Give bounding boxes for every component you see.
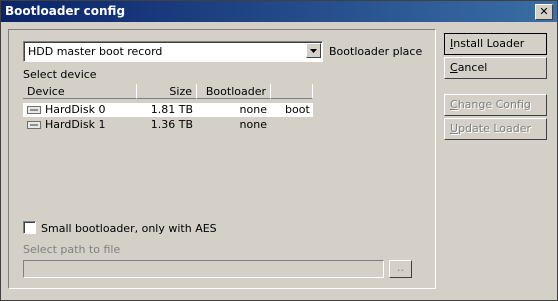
- small-bootloader-checkbox[interactable]: [23, 221, 36, 234]
- device-name: HardDisk 1: [45, 118, 106, 131]
- bootloader-place-label: Bootloader place: [329, 45, 423, 58]
- column-header-device[interactable]: Device: [23, 84, 137, 99]
- table-row[interactable]: HardDisk 0 1.81 TB none boot: [23, 103, 313, 117]
- browse-button[interactable]: ..: [389, 260, 412, 278]
- change-config-button[interactable]: Change Config: [444, 94, 547, 116]
- small-bootloader-label: Small bootloader, only with AES: [41, 222, 217, 235]
- install-label: nstall Loader: [453, 37, 525, 50]
- path-input[interactable]: [23, 260, 384, 278]
- close-button[interactable]: ✕: [535, 4, 553, 20]
- bootloader-place-dropdown[interactable]: HDD master boot record: [23, 41, 323, 62]
- table-header: Device Size Bootloader: [23, 84, 413, 100]
- cancel-label: ancel: [457, 61, 488, 74]
- dropdown-value: HDD master boot record: [28, 45, 163, 58]
- change-label: hange Config: [457, 98, 531, 111]
- device-size: 1.36 TB: [150, 118, 193, 131]
- cancel-hotkey: C: [450, 61, 458, 74]
- device-name: HardDisk 0: [45, 103, 106, 116]
- install-loader-button[interactable]: Install Loader: [444, 33, 547, 55]
- harddisk-icon: [27, 106, 41, 114]
- title-bar[interactable]: Bootloader config ✕: [1, 1, 557, 22]
- device-extra: boot: [285, 103, 310, 116]
- select-device-label: Select device: [23, 68, 97, 81]
- column-header-extra[interactable]: [271, 84, 313, 99]
- harddisk-icon: [27, 121, 41, 129]
- update-hotkey: U: [450, 122, 459, 135]
- column-header-size[interactable]: Size: [137, 84, 197, 99]
- update-label: pdate Loader: [458, 122, 532, 135]
- window-title: Bootloader config: [5, 4, 126, 18]
- change-hotkey: C: [450, 98, 458, 111]
- cancel-button[interactable]: Cancel: [444, 57, 547, 79]
- update-loader-button[interactable]: Update Loader: [444, 118, 547, 140]
- select-path-label: Select path to file: [23, 243, 121, 256]
- table-row[interactable]: HardDisk 1 1.36 TB none: [23, 118, 313, 132]
- dropdown-arrow-button[interactable]: [306, 43, 321, 58]
- bootloader-config-window: Bootloader config ✕ HDD master boot reco…: [0, 0, 558, 301]
- device-bootloader: none: [239, 118, 267, 131]
- device-size: 1.81 TB: [150, 103, 193, 116]
- close-icon: ✕: [539, 5, 549, 18]
- device-bootloader: none: [239, 103, 267, 116]
- column-header-bootloader[interactable]: Bootloader: [197, 84, 271, 99]
- chevron-down-icon: [310, 49, 317, 53]
